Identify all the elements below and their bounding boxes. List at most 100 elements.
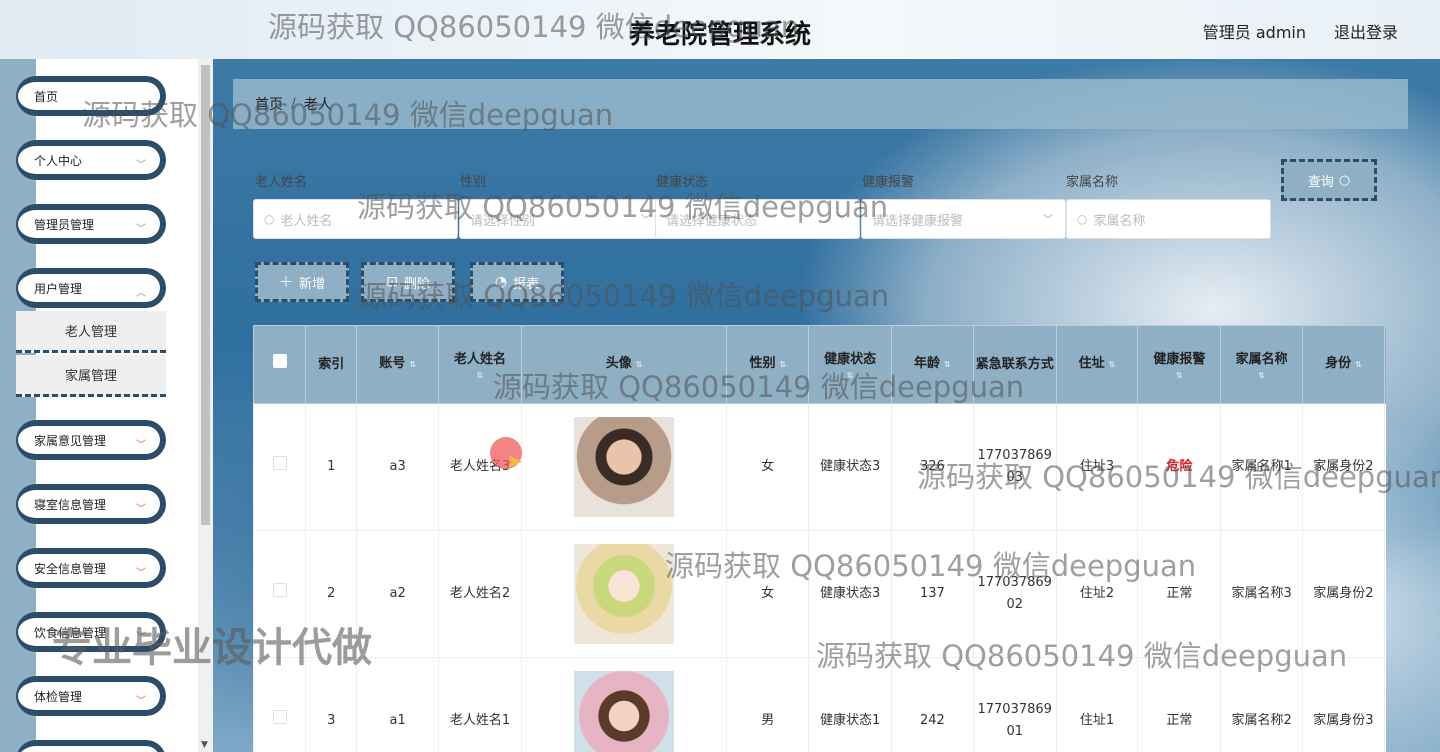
avatar[interactable] (574, 417, 675, 517)
submenu-item-elders[interactable]: 老人管理 (16, 311, 166, 353)
col-header-age[interactable]: 年龄 ⇅ (891, 325, 974, 404)
cell-family: 家属名称1 (1220, 403, 1304, 531)
avatar[interactable] (574, 671, 675, 752)
cell-family: 家属名称2 (1220, 657, 1304, 752)
col-header-account[interactable]: 账号 ⇅ (356, 325, 440, 404)
sort-icon[interactable]: ⇅ (779, 360, 786, 369)
top-header: 养老院管理系统 管理员 admin 退出登录 (0, 0, 1440, 59)
cell-account: a3 (356, 403, 440, 531)
cell-added: 20-1 (1383, 403, 1386, 531)
cell-identity: 家属身份2 (1302, 403, 1385, 531)
breadcrumb-home[interactable]: 首页 (255, 94, 283, 114)
sort-icon[interactable]: ⇅ (1221, 371, 1302, 381)
table-row[interactable]: 2 a2 老人姓名2 女 健康状态3 137 17703786902 住址2 正… (253, 530, 1386, 658)
logout-link[interactable]: 退出登录 (1334, 19, 1398, 43)
cell-name: 老人姓名2 (438, 530, 522, 658)
cell-index: 2 (305, 530, 358, 658)
sidebar-item-users[interactable]: 用户管理 ︿ (16, 268, 166, 308)
cell-gender: 女 (726, 530, 810, 658)
col-header-index[interactable]: 索引 (305, 325, 358, 404)
col-header-avatar[interactable]: 头像 ⇅ (520, 325, 728, 404)
cell-phone: 17703786903 (972, 403, 1057, 531)
report-button[interactable]: ◔ 报表 (470, 262, 564, 302)
breadcrumb: 首页 / 老人 (233, 79, 1408, 129)
sidebar-item-safety[interactable]: 安全信息管理 ﹀ (16, 548, 166, 588)
cell-avatar (520, 657, 728, 752)
filter-label-name: 老人姓名 (255, 175, 308, 190)
row-checkbox[interactable] (253, 530, 307, 658)
cell-identity: 家属身份2 (1302, 530, 1385, 658)
cell-gender: 男 (726, 657, 810, 752)
sidebar-item-profile[interactable]: 个人中心 ﹀ (16, 140, 166, 180)
sort-icon[interactable]: ⇅ (1109, 360, 1116, 369)
family-search-input[interactable]: ○ 家属名称 (1066, 199, 1271, 239)
sort-icon[interactable]: ⇅ (409, 360, 416, 369)
col-header-health[interactable]: 健康状态 ⇅ (808, 325, 893, 404)
health-select[interactable]: 请选择健康状态 ﹀ (655, 199, 860, 239)
sidebar-scroll-thumb[interactable] (201, 65, 210, 525)
delete-button[interactable]: ⊡ 删除 (361, 262, 455, 302)
col-header-gender[interactable]: 性别 ⇅ (726, 325, 810, 404)
col-header-added[interactable]: 添 (1383, 325, 1386, 404)
cell-added: 20-1 (1383, 657, 1386, 752)
search-icon: ○ (264, 212, 275, 226)
cell-alarm: 正常 (1137, 530, 1222, 658)
sort-icon[interactable]: ⇅ (439, 371, 521, 381)
select-all-checkbox[interactable] (253, 325, 307, 404)
cell-age: 242 (891, 657, 974, 752)
submenu-item-family[interactable]: 家属管理 (16, 355, 166, 397)
cell-index: 3 (305, 657, 358, 752)
row-checkbox[interactable] (253, 657, 307, 752)
alarm-select[interactable]: 请选择健康报警 ﹀ (861, 199, 1066, 239)
cell-name: 老人姓名1 (438, 657, 522, 752)
table-row[interactable]: 3 a1 老人姓名1 男 健康状态1 242 17703786901 住址1 正… (253, 657, 1386, 752)
breadcrumb-current: 老人 (303, 97, 332, 113)
query-button[interactable]: 查询 ○ (1281, 159, 1377, 201)
col-header-name[interactable]: 老人姓名 ⇅ (438, 325, 522, 404)
chevron-down-icon: ﹀ (136, 224, 146, 235)
sort-icon[interactable]: ⇅ (1355, 360, 1362, 369)
sort-icon[interactable]: ⇅ (636, 360, 643, 369)
user-info: 管理员 admin (1202, 23, 1306, 42)
name-search-input[interactable]: ○ 老人姓名 (253, 199, 458, 239)
cell-alarm: 正常 (1137, 657, 1222, 752)
elder-table: 索引 账号 ⇅ 老人姓名 ⇅ 头像 ⇅ 性别 ⇅ 健康状态 ⇅ 年龄 ⇅ 紧急联系方式 住址… (253, 325, 1386, 752)
cell-account: a2 (356, 530, 440, 658)
cell-health: 健康状态3 (808, 403, 893, 531)
cell-phone: 17703786901 (972, 657, 1057, 752)
sidebar-item-diet[interactable]: 饮食信息管理 ﹀ (16, 612, 166, 652)
col-header-family[interactable]: 家属名称 ⇅ (1220, 325, 1304, 404)
cell-address: 住址2 (1055, 530, 1139, 658)
chevron-down-icon: ﹀ (136, 632, 146, 643)
trash-icon: ⊡ (386, 274, 398, 290)
sidebar-item-label: 体检管理 (34, 689, 83, 704)
col-header-address[interactable]: 住址 ⇅ (1055, 325, 1139, 404)
sidebar-item-dorm[interactable]: 寝室信息管理 ﹀ (16, 484, 166, 524)
plus-icon: ＋ (278, 275, 293, 291)
sidebar-item-label: 安全信息管理 (34, 561, 107, 576)
sidebar-item-home[interactable]: 首页 (16, 76, 166, 116)
col-header-alarm[interactable]: 健康报警 ⇅ (1137, 325, 1222, 404)
sort-icon[interactable]: ⇅ (1138, 371, 1220, 381)
sidebar-item-label: 用户管理 (34, 281, 83, 296)
sidebar-item-checkup[interactable]: 体检管理 ﹀ (16, 676, 166, 716)
cell-age: 326 (891, 403, 974, 531)
add-button[interactable]: ＋新增 (255, 262, 349, 302)
breadcrumb-separator: / (291, 96, 296, 112)
sort-icon[interactable]: ⇅ (944, 360, 951, 369)
scroll-down-icon[interactable]: ▼ (201, 740, 208, 750)
sidebar-item-label: 管理员管理 (34, 217, 95, 232)
sidebar-item-more[interactable] (16, 740, 166, 752)
table-row[interactable]: 1 a3 老人姓名3 女 健康状态3 326 17703786903 住址3 危… (253, 403, 1386, 531)
sort-icon[interactable]: ⇅ (809, 371, 891, 381)
sidebar-item-admin[interactable]: 管理员管理 ﹀ (16, 204, 166, 244)
sidebar-item-label: 家属意见管理 (34, 433, 107, 448)
col-header-phone[interactable]: 紧急联系方式 (972, 325, 1057, 404)
row-checkbox[interactable] (253, 403, 307, 531)
gender-select[interactable]: 请选择性别 ﹀ (459, 199, 664, 239)
sidebar-item-family-feedback[interactable]: 家属意见管理 ﹀ (16, 420, 166, 460)
col-header-identity[interactable]: 身份 ⇅ (1302, 325, 1385, 404)
cell-name: 老人姓名3 (438, 403, 522, 531)
avatar[interactable] (574, 544, 675, 644)
cell-family: 家属名称3 (1220, 530, 1304, 658)
